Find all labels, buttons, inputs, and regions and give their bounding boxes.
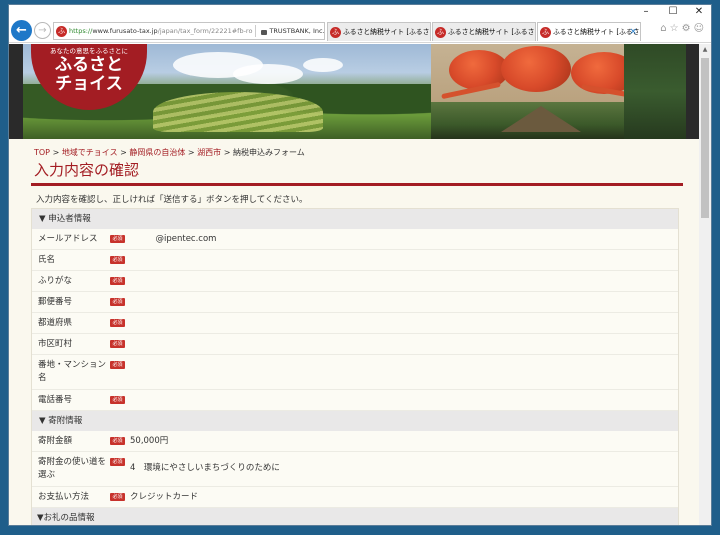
banner-forest-image: [624, 44, 686, 139]
form-row-furigana: ふりがな 必須: [32, 271, 678, 292]
navigation-row: ← → ふ https://www.furusato-tax.jp/japan/t…: [9, 19, 711, 43]
page-viewport: あなたの意思をふるさとに ふるさと チョイス TOP > 地域でチョイス > 静…: [9, 44, 700, 525]
row-label: 寄附金の使い道を選ぶ: [38, 457, 107, 480]
logo-tagline: あなたの意思をふるさとに: [50, 47, 128, 55]
address-url[interactable]: https://www.furusato-tax.jp/japan/tax_fo…: [69, 27, 252, 35]
back-button[interactable]: ←: [11, 20, 32, 41]
rice-terrace-shape: [153, 92, 323, 132]
crab-shape: [501, 46, 571, 92]
tab-label: ふるさと納税サイト [ふるさとチョイ...: [448, 28, 535, 36]
forward-button[interactable]: →: [34, 22, 51, 39]
breadcrumb-link-city[interactable]: 湖西市: [197, 148, 221, 157]
row-value: 50,000円: [130, 436, 169, 446]
breadcrumb-link-top[interactable]: TOP: [34, 148, 50, 157]
row-label: 番地・マンション名: [38, 360, 107, 383]
breadcrumb-current: 納税申込みフォーム: [232, 148, 305, 157]
form-row-phone: 電話番号 必須: [32, 390, 678, 411]
required-badge: 必須: [110, 361, 125, 369]
form-row-address: 番地・マンション名 必須: [32, 355, 678, 390]
tab-favicon-icon: ふ: [540, 26, 551, 38]
certificate-label[interactable]: TRUSTBANK, Inc. [JP]: [269, 27, 324, 35]
tab-favicon-icon: ふ: [435, 26, 446, 38]
address-divider: [255, 25, 257, 37]
site-favicon-icon: ふ: [56, 25, 67, 37]
section-header-gift: ▼お礼の品情報: [32, 508, 678, 525]
row-value: クレジットカード: [130, 492, 199, 502]
required-badge: 必須: [110, 493, 125, 501]
form-row-city: 市区町村 必須: [32, 334, 678, 355]
row-label: ふりがな: [38, 276, 73, 286]
confirmation-form: ▼ 申込者情報 メールアドレス 必須 @ipentec.com 氏名 必須 ふり…: [31, 208, 679, 525]
tab-favicon-icon: ふ: [330, 26, 341, 38]
row-value: @ipentec.com: [130, 234, 217, 244]
form-row-donation-usage: 寄附金の使い道を選ぶ 必須 4 環境にやさしいまちづくりのために: [32, 452, 678, 487]
tab-label: ふるさと納税サイト [ふるさとチョイ...: [343, 28, 430, 36]
required-badge: 必須: [110, 396, 125, 404]
section-header-applicant: ▼ 申込者情報: [32, 209, 678, 229]
site-banner: あなたの意思をふるさとに ふるさと チョイス: [9, 44, 700, 139]
tab-1[interactable]: ふふるさと納税サイト [ふるさとチョイ...: [327, 22, 431, 41]
row-value: 4 環境にやさしいまちづくりのために: [130, 463, 280, 473]
section-header-donation: ▼ 寄附情報: [32, 411, 678, 431]
tab-3-active[interactable]: ふふるさと納税サイト [ふるさとチ... ×: [537, 22, 641, 41]
title-bar: – ☐ ✕: [9, 5, 711, 19]
lock-icon[interactable]: [261, 29, 268, 35]
arrow-right-icon: →: [38, 25, 47, 36]
required-badge: 必須: [110, 319, 125, 327]
close-tab-icon[interactable]: ×: [629, 23, 637, 41]
breadcrumb-link-region[interactable]: 地域でチョイス: [62, 148, 118, 157]
row-label: 電話番号: [38, 395, 73, 405]
logo-wordmark: ふるさと チョイス: [55, 55, 123, 94]
form-row-prefecture: 都道府県 必須: [32, 313, 678, 334]
form-row-email: メールアドレス 必須 @ipentec.com: [32, 229, 678, 250]
intro-text: 入力内容を確認し、正しければ「送信する」ボタンを押してください。: [36, 195, 308, 205]
row-label: お支払い方法: [38, 492, 90, 502]
required-badge: 必須: [110, 298, 125, 306]
thatched-roof-shape: [501, 106, 581, 132]
row-label: 郵便番号: [38, 297, 73, 307]
required-badge: 必須: [110, 256, 125, 264]
form-row-name: 氏名 必須: [32, 250, 678, 271]
required-badge: 必須: [110, 235, 125, 243]
minimize-button[interactable]: –: [633, 5, 659, 19]
row-label: 市区町村: [38, 339, 73, 349]
required-badge: 必須: [110, 277, 125, 285]
required-badge: 必須: [110, 437, 125, 445]
address-bar[interactable]: ふ https://www.furusato-tax.jp/japan/tax_f…: [53, 22, 325, 40]
arrow-left-icon: ←: [16, 23, 27, 38]
row-label: メールアドレス: [38, 234, 98, 244]
cloud-shape: [303, 58, 343, 72]
browser-window: – ☐ ✕ ← → ふ https://www.furusato-tax.jp/j…: [8, 4, 712, 526]
required-badge: 必須: [110, 340, 125, 348]
tab-2[interactable]: ふふるさと納税サイト [ふるさとチョイ...: [432, 22, 536, 41]
form-row-payment-method: お支払い方法 必須 クレジットカード: [32, 487, 678, 508]
scroll-up-icon[interactable]: ▲: [699, 44, 711, 56]
title-divider: [31, 183, 683, 186]
close-window-button[interactable]: ✕: [686, 5, 711, 19]
required-badge: 必須: [110, 458, 125, 466]
form-row-donation-amount: 寄附金額 必須 50,000円: [32, 431, 678, 452]
cloud-shape: [233, 64, 303, 84]
breadcrumb: TOP > 地域でチョイス > 静岡県の自治体 > 湖西市 > 納税申込みフォー…: [34, 148, 305, 157]
scrollbar-thumb[interactable]: [701, 58, 709, 218]
breadcrumb-link-prefecture[interactable]: 静岡県の自治体: [129, 148, 185, 157]
row-label: 都道府県: [38, 318, 73, 328]
page-title: 入力内容の確認: [34, 161, 140, 179]
row-label: 寄附金額: [38, 436, 73, 446]
row-label: 氏名: [38, 255, 56, 265]
form-row-postal-code: 郵便番号 必須: [32, 292, 678, 313]
vertical-scrollbar[interactable]: ▲: [699, 44, 711, 525]
maximize-button[interactable]: ☐: [660, 5, 686, 19]
tab-label: ふるさと納税サイト [ふるさとチ...: [553, 28, 640, 36]
toolbar-icons[interactable]: ⌂☆⚙☺: [660, 23, 707, 34]
